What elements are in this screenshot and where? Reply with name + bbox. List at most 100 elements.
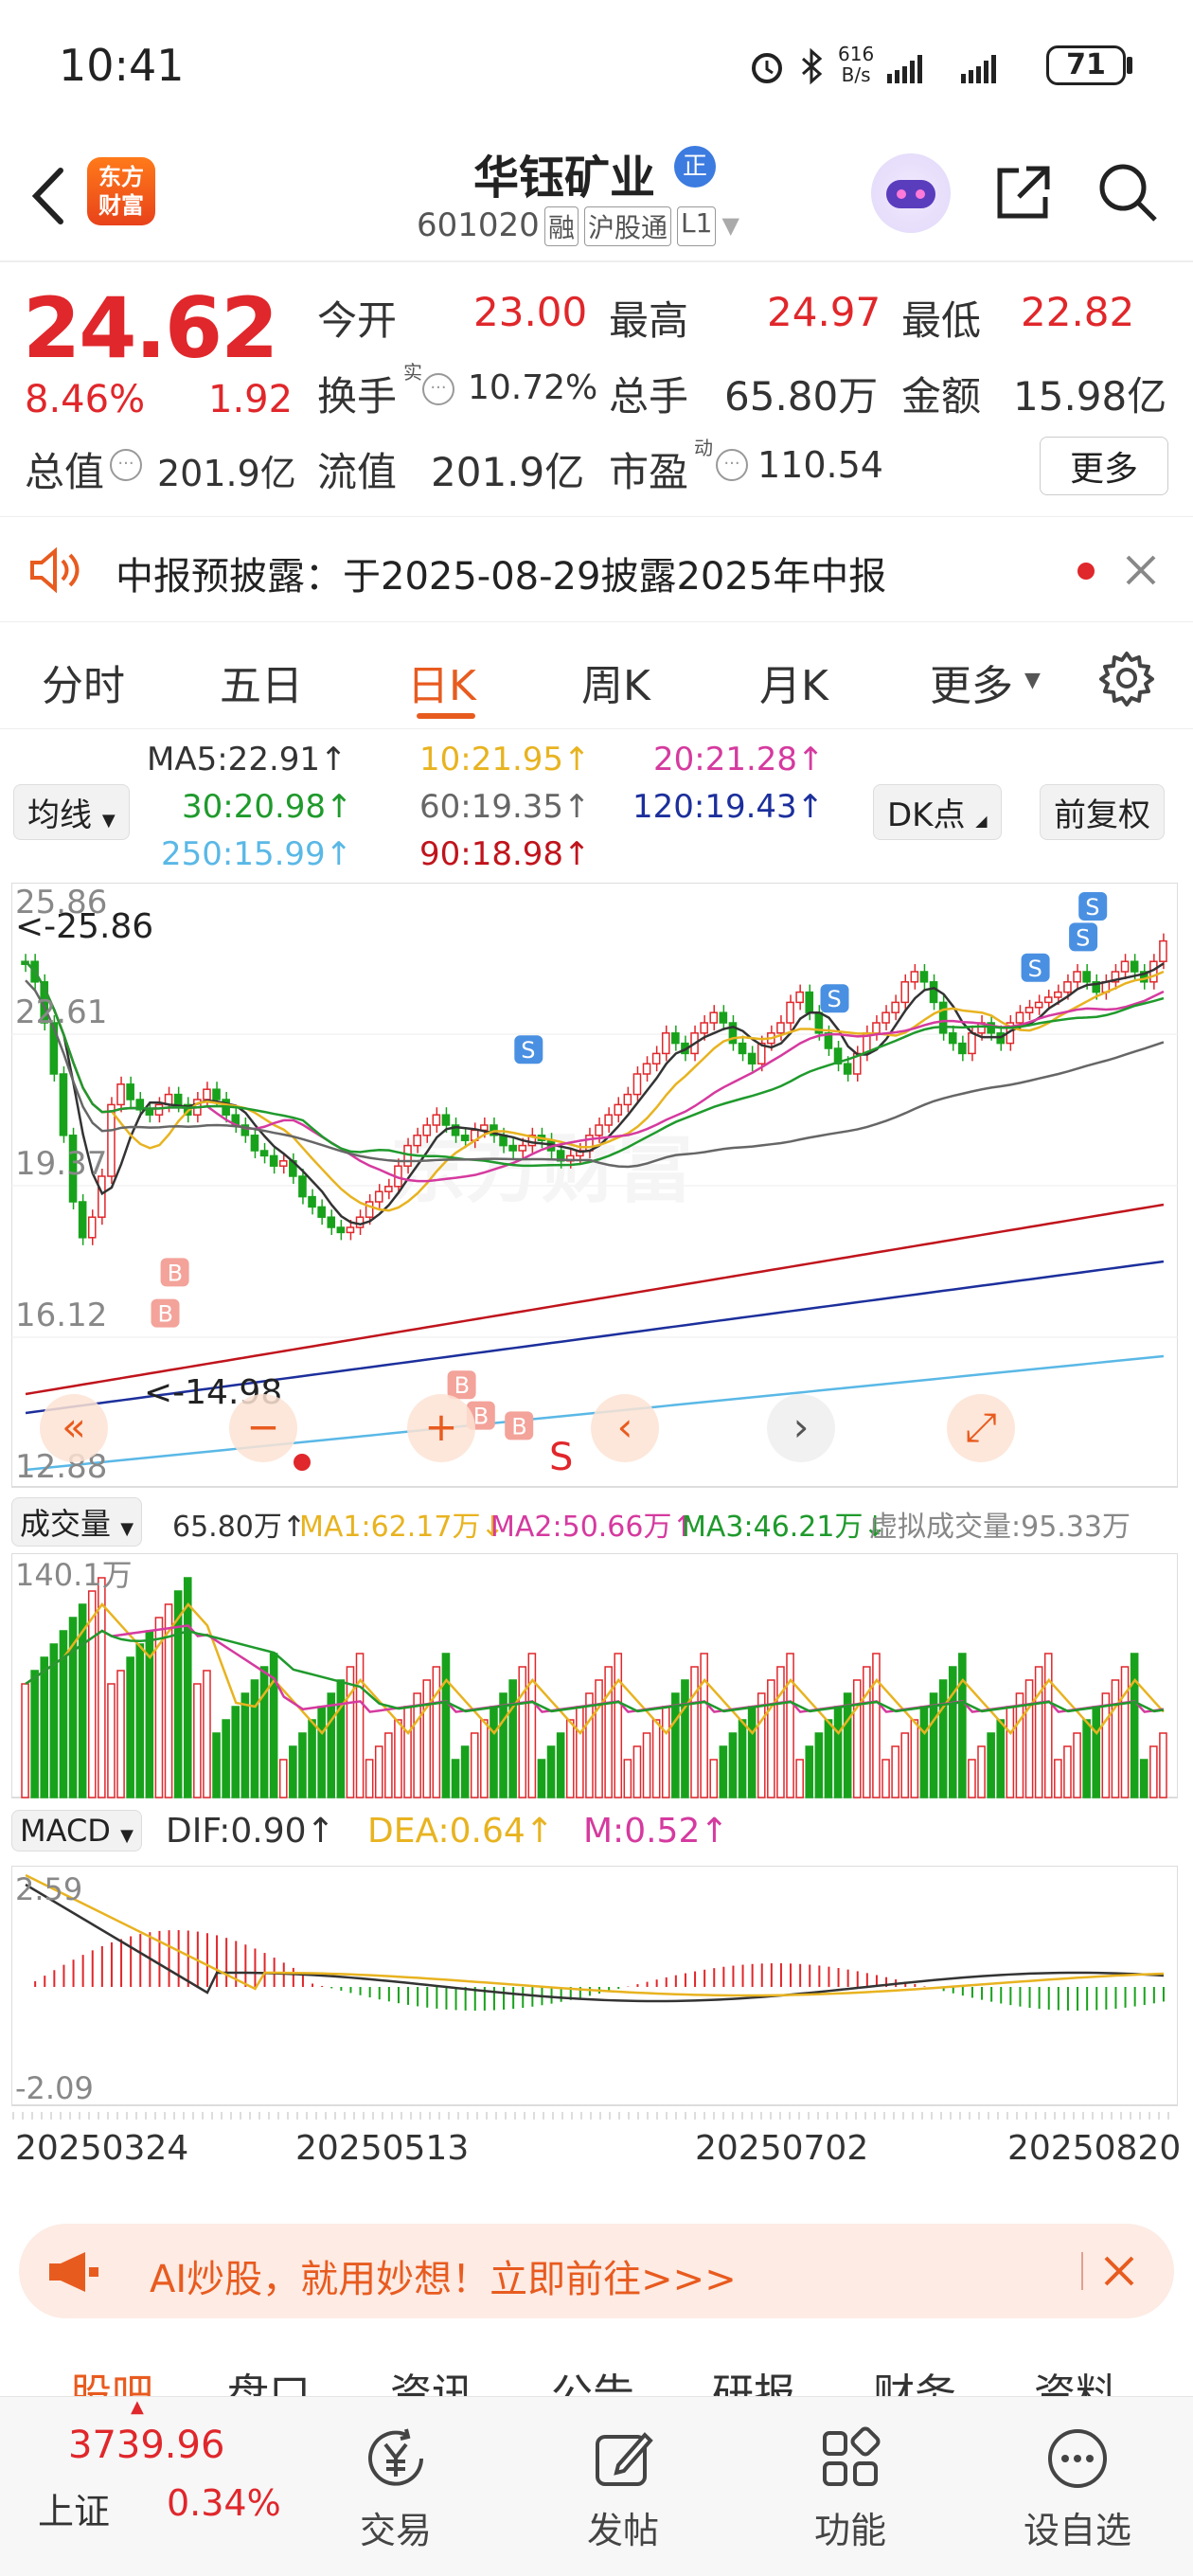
more-button[interactable]: 更多 <box>1040 437 1168 495</box>
tab-forum[interactable]: 股吧 <box>70 2360 153 2396</box>
high-marker: <-25.86 <box>15 907 153 946</box>
info-icon[interactable]: ··· <box>422 373 454 405</box>
candle-body <box>948 1032 957 1045</box>
kline-chart[interactable]: 东方财富 BBBBBSSSSS 25.86 22.61 19.37 16.12 … <box>10 882 1179 1489</box>
amount-label: 金额 <box>901 373 982 420</box>
high-label: 最高 <box>609 297 689 344</box>
tab-daily-k[interactable]: 日K <box>407 652 476 712</box>
caret-down-icon: ▼ <box>101 811 116 831</box>
volume-bar <box>604 1666 613 1798</box>
volume-bar <box>929 1692 938 1798</box>
chevron-down-icon[interactable]: ▼ <box>721 206 739 246</box>
candle-body <box>460 1135 470 1141</box>
assistant-robot-icon[interactable] <box>871 153 951 233</box>
share-icon[interactable] <box>992 161 1055 224</box>
ma-selector[interactable]: 均线 ▼ <box>13 784 130 840</box>
index-value[interactable]: 3739.96 <box>68 2424 224 2467</box>
turnover-value: 10.72% <box>468 368 598 407</box>
volume-bar <box>1063 1745 1072 1798</box>
macd-selector[interactable]: MACD ▼ <box>11 1810 142 1852</box>
macd-dea: DEA:0.64↑ <box>367 1812 554 1851</box>
trade-button[interactable]: 交易 <box>329 2425 462 2553</box>
close-icon[interactable] <box>1100 2252 1138 2290</box>
ad-text[interactable]: AI炒股，就用妙想！立即前往>>> <box>150 2248 737 2303</box>
buy-marker-text: B <box>168 1260 183 1286</box>
info-icon[interactable]: ··· <box>716 449 748 481</box>
volume-bar <box>460 1745 470 1798</box>
post-button[interactable]: 发帖 <box>557 2425 689 2553</box>
candle-body <box>432 1114 441 1126</box>
index-pct[interactable]: 0.34% <box>167 2482 281 2524</box>
pe-label: 市盈 <box>609 449 689 495</box>
scroll-left-fast-icon[interactable]: « <box>40 1394 108 1462</box>
volume-bar <box>1149 1745 1158 1798</box>
candle-body <box>1034 1001 1043 1009</box>
sell-marker: S <box>1069 922 1098 952</box>
volume-bar <box>508 1679 517 1798</box>
volume-bar <box>623 1759 632 1798</box>
zoom-out-icon[interactable]: − <box>229 1394 297 1462</box>
stock-name: 华钰矿业 <box>473 152 656 205</box>
volume-bar <box>394 1719 402 1798</box>
volume-bar <box>576 1706 584 1798</box>
volume-bar <box>776 1666 785 1798</box>
volume-bar <box>824 1719 833 1798</box>
search-icon[interactable] <box>1096 161 1159 224</box>
tab-profile[interactable]: 资料 <box>1034 2360 1117 2396</box>
tab-intraday[interactable]: 分时 <box>42 652 125 712</box>
adjust-button[interactable]: 前复权 <box>1040 784 1165 840</box>
tab-news[interactable]: 资讯 <box>390 2360 473 2396</box>
tab-research[interactable]: 研报 <box>712 2360 795 2396</box>
add-watchlist-label: 设自选 <box>1023 2510 1131 2551</box>
volume-max-label: 140.1万 <box>15 1557 133 1593</box>
settings-gear-icon[interactable] <box>1098 650 1155 707</box>
candle-body <box>795 991 804 1004</box>
back-icon[interactable] <box>25 163 72 229</box>
tab-five-day[interactable]: 五日 <box>220 652 303 712</box>
close-icon[interactable] <box>1122 551 1160 589</box>
add-watchlist-button[interactable]: 设自选 <box>1011 2425 1144 2553</box>
candle-body <box>384 1186 393 1192</box>
volume-bar <box>1015 1692 1024 1798</box>
volume-bar <box>1043 1653 1053 1798</box>
next-icon[interactable]: › <box>767 1394 835 1462</box>
app-logo[interactable]: 东方 财富 <box>87 157 155 225</box>
volume-selector[interactable]: 成交量 ▼ <box>11 1497 143 1547</box>
index-name[interactable]: 上证 <box>38 2482 110 2534</box>
function-button[interactable]: 功能 <box>784 2425 917 2553</box>
candle-body <box>278 1160 288 1167</box>
caret-down-icon: ▼ <box>1024 669 1041 692</box>
volume-bar <box>107 1683 116 1798</box>
tab-weekly-k[interactable]: 周K <box>581 652 650 712</box>
volume-chart[interactable]: 140.1万 <box>10 1552 1179 1799</box>
candle-body <box>154 1103 164 1116</box>
volume-bar <box>719 1745 728 1798</box>
tab-announcements[interactable]: 公告 <box>551 2360 634 2396</box>
kline-canvas[interactable]: 东方财富 BBBB BSSSSS 25.86 22.61 19.37 16.12 … <box>10 882 1179 1489</box>
volume-bar <box>757 1692 766 1798</box>
tab-orderbook[interactable]: 盘口 <box>227 2360 311 2396</box>
sell-marker: S <box>1078 892 1108 921</box>
battery-level: 71 <box>1066 48 1106 81</box>
ma5-value: MA5:22.91↑ <box>147 741 347 778</box>
date-ticks <box>12 2112 1169 2120</box>
buy-marker-text: B <box>454 1372 470 1399</box>
volume-bar <box>996 1719 1006 1798</box>
fullscreen-icon[interactable]: ⤢ <box>947 1394 1015 1462</box>
candle-body <box>1073 971 1081 983</box>
ai-ad-banner[interactable]: AI炒股，就用妙想！立即前往>>> <box>19 2224 1174 2318</box>
prev-icon[interactable]: ‹ <box>591 1394 659 1462</box>
tab-more[interactable]: 更多 <box>930 652 1013 712</box>
tab-finance[interactable]: 财务 <box>873 2360 956 2396</box>
zoom-in-icon[interactable]: + <box>407 1394 475 1462</box>
macd-chart[interactable]: 2.59 -2.09 <box>10 1865 1179 2107</box>
tab-monthly-k[interactable]: 月K <box>759 652 828 712</box>
high-value: 24.97 <box>767 289 881 335</box>
notice-bar[interactable]: 中报预披露：于2025-08-29披露2025年中报 <box>0 516 1193 622</box>
dk-point-button[interactable]: DK点 ◢ <box>873 784 1002 840</box>
ma30-value: 30:20.98↑ <box>182 788 353 826</box>
volume-label: 总手 <box>609 373 689 420</box>
info-icon[interactable]: ··· <box>110 449 142 481</box>
candle-body <box>212 1088 221 1100</box>
volume-bar <box>1092 1706 1101 1798</box>
